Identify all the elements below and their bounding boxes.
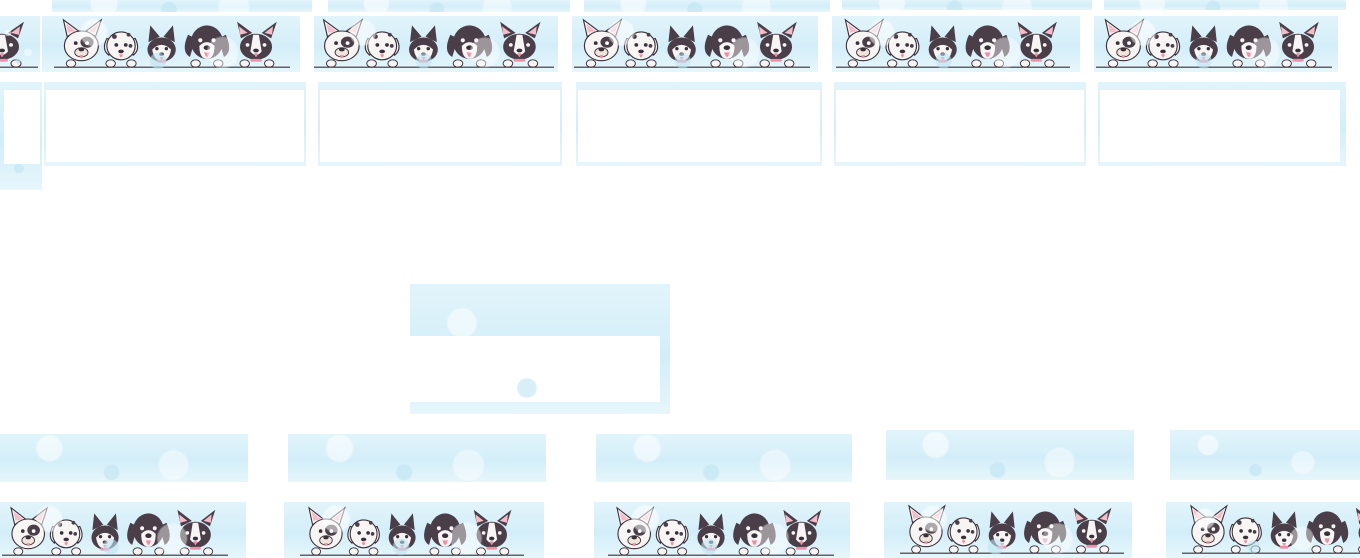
tile-card [314, 16, 558, 72]
blank-panel [836, 90, 1084, 162]
blank-panel [4, 90, 40, 164]
tile-card [884, 502, 1132, 558]
tile-card [1166, 502, 1360, 558]
puppies-border-icon [54, 18, 290, 70]
blank-panel [46, 90, 304, 162]
puppies-border-icon [608, 506, 834, 558]
puppies-border-icon [0, 18, 38, 70]
tile-card [1094, 16, 1338, 72]
puppies-border-icon [314, 18, 554, 70]
top-wash-strip [1104, 0, 1346, 10]
blank-panel [1100, 90, 1340, 162]
puppies-border-icon [900, 504, 1124, 556]
top-wash-strip [584, 0, 830, 12]
puppies-border-icon [300, 506, 524, 558]
tile-card [0, 502, 246, 558]
tile-card [1170, 430, 1360, 480]
puppies-border-icon [1096, 18, 1332, 70]
top-wash-strip [328, 0, 570, 12]
puppies-border-icon [2, 506, 228, 558]
puppies-border-icon [836, 18, 1070, 70]
tile-card [284, 502, 544, 558]
puppies-border-icon [574, 18, 810, 70]
tile-card [594, 502, 850, 558]
puppies-border-icon [1182, 504, 1360, 556]
tile-card [0, 434, 248, 482]
top-wash-strip [842, 0, 1092, 10]
blank-panel [320, 90, 560, 162]
tile-card [288, 434, 546, 482]
top-wash-strip [52, 0, 312, 12]
tile-card [832, 16, 1080, 72]
tile-card [0, 16, 40, 72]
tile-card [42, 16, 300, 72]
tile-card [572, 16, 818, 72]
tile-card [886, 430, 1134, 480]
blank-card-icon [410, 336, 660, 402]
middle-card [410, 284, 670, 414]
blank-panel [578, 90, 820, 162]
tile-card [596, 434, 852, 482]
